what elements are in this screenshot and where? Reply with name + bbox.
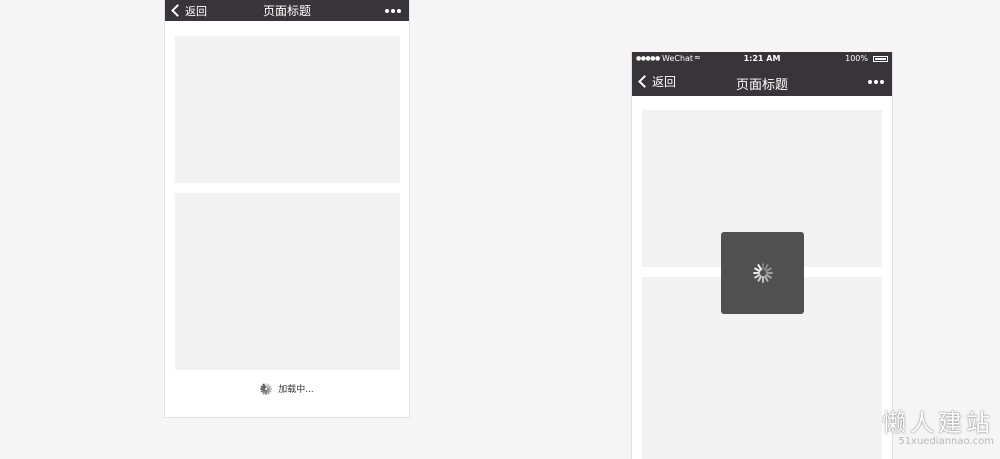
content-placeholder-card: [175, 36, 400, 183]
right-phone-screen: ●●●●● WeChat ≈ 1:21 AM 100% 返回 页面标题: [631, 52, 893, 459]
loading-toast: [721, 232, 804, 314]
ellipsis-icon: [868, 80, 872, 84]
loading-more-indicator: 加载中...: [165, 382, 409, 395]
navigation-bar: 返回 页面标题: [632, 67, 892, 96]
page-title: 页面标题: [262, 4, 311, 18]
more-button[interactable]: [868, 80, 884, 84]
watermark: 懒人建站 51xuediannao.com: [882, 410, 994, 448]
ellipsis-icon: [385, 9, 389, 13]
watermark-title: 懒人建站: [882, 409, 994, 437]
page-title: 页面标题: [735, 78, 788, 93]
battery-percent: 100%: [845, 54, 868, 63]
watermark-url: 51xuediannao.com: [898, 436, 994, 447]
battery-icon: [873, 56, 888, 62]
spinner-segment: [752, 272, 760, 274]
status-bar: ●●●●● WeChat ≈ 1:21 AM 100%: [632, 52, 892, 67]
loading-spinner-icon: [752, 263, 773, 283]
loading-text: 加载中...: [278, 385, 314, 395]
content-placeholder-card: [175, 193, 400, 370]
more-button[interactable]: [385, 9, 401, 13]
left-phone-screen: 返回 页面标题 加载中...: [164, 0, 410, 418]
loading-spinner-icon: [260, 382, 273, 395]
navigation-bar: 返回 页面标题: [165, 0, 409, 21]
